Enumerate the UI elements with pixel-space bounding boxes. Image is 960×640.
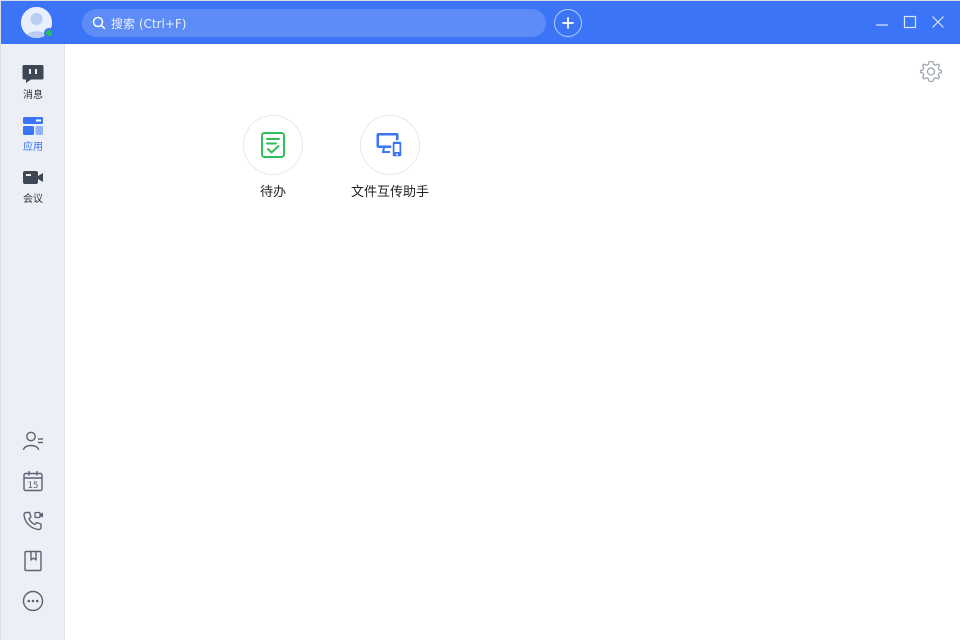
calendar-day-text: 15 (28, 481, 39, 491)
contacts-button[interactable] (21, 429, 45, 453)
calendar-icon: 15 (23, 471, 43, 492)
more-icon (22, 590, 44, 612)
close-icon (932, 16, 944, 28)
search-icon (92, 16, 106, 30)
sidebar-item-label: 消息 (23, 90, 43, 101)
app-window: 搜索 (Ctrl+F) 消息 应用 会议 15 待办 文件互传助手 (0, 0, 960, 640)
minimize-button[interactable] (873, 13, 891, 31)
contacts-icon (22, 431, 43, 451)
video-meeting-icon (23, 171, 43, 184)
sidebar-item-label: 应用 (23, 142, 43, 153)
todo-icon (261, 132, 285, 158)
main-panel: 待办 文件互传助手 (65, 44, 960, 640)
gear-icon (919, 60, 943, 83)
apps-icon (23, 117, 43, 135)
maximize-icon (903, 15, 917, 29)
sidebar-item-messages[interactable]: 消息 (1, 64, 65, 101)
app-todo[interactable]: 待办 (218, 115, 328, 200)
close-button[interactable] (929, 13, 947, 31)
add-button[interactable] (554, 9, 582, 37)
app-label: 文件互传助手 (350, 185, 429, 200)
sidebar-item-label: 会议 (23, 194, 43, 205)
calendar-button[interactable]: 15 (21, 469, 45, 493)
more-button[interactable] (21, 589, 45, 613)
message-icon (22, 65, 44, 83)
title-bar: 搜索 (Ctrl+F) (1, 1, 960, 44)
sidebar-item-meetings[interactable]: 会议 (1, 168, 65, 205)
file-transfer-icon (376, 133, 403, 158)
calls-button[interactable] (21, 509, 45, 533)
maximize-button[interactable] (901, 13, 919, 31)
app-label: 待办 (259, 185, 286, 200)
sidebar: 消息 应用 会议 15 (1, 44, 65, 640)
app-todo-circle (243, 115, 303, 175)
phone-video-icon (23, 511, 43, 531)
plus-icon (562, 17, 574, 29)
settings-button[interactable] (919, 60, 943, 83)
bookmark-icon (24, 550, 42, 572)
online-status-dot (44, 28, 54, 38)
sidebar-item-apps[interactable]: 应用 (1, 116, 65, 153)
app-file-transfer[interactable]: 文件互传助手 (335, 115, 445, 200)
search-input[interactable]: 搜索 (Ctrl+F) (82, 9, 546, 37)
app-file-transfer-circle (360, 115, 420, 175)
search-placeholder: 搜索 (Ctrl+F) (111, 16, 187, 31)
bookmarks-button[interactable] (21, 549, 45, 573)
minimize-icon (876, 24, 888, 26)
